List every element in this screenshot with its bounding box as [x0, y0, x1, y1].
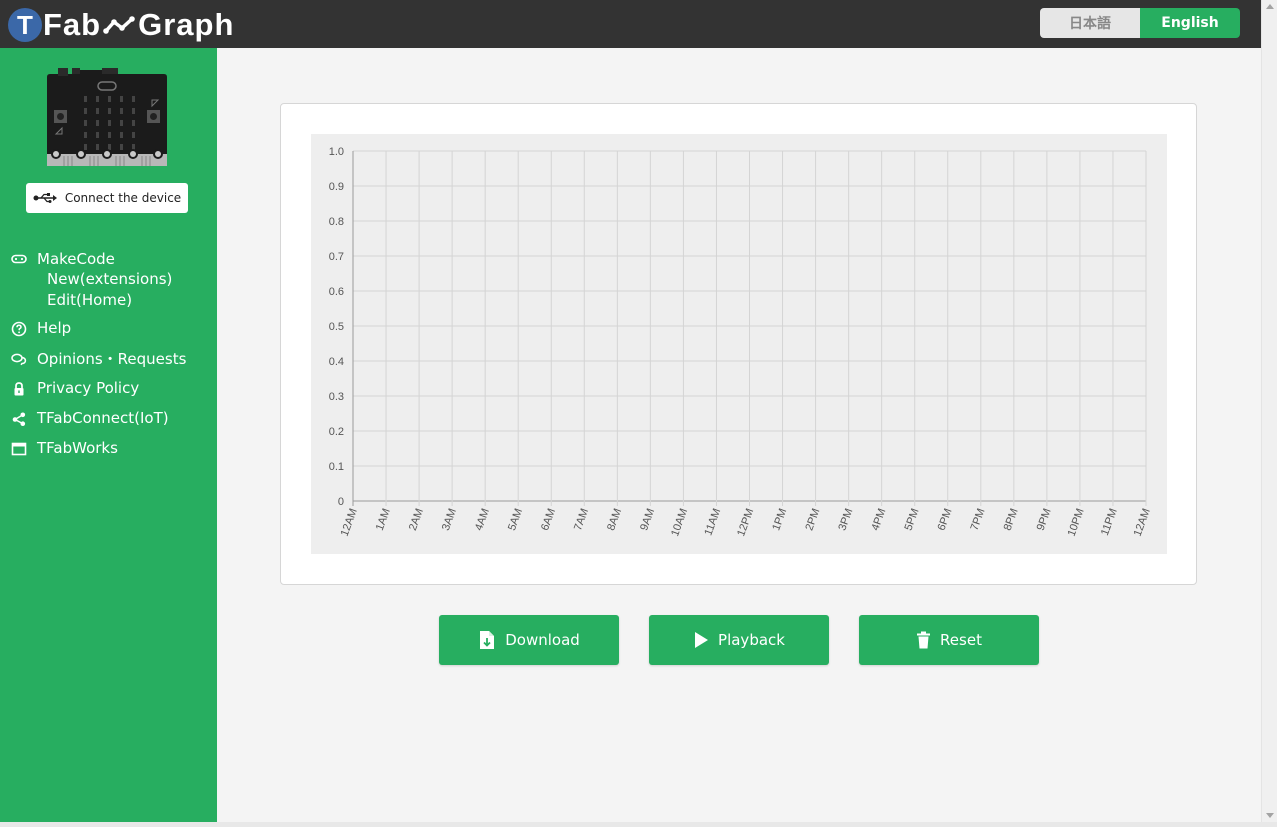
- sidebar-item-label: Help: [37, 319, 72, 337]
- logo-text-graph: Graph: [138, 7, 235, 42]
- usb-icon: [33, 193, 57, 203]
- lock-icon: [14, 382, 24, 396]
- sensor-line-chart: 1.00.90.80.70.60.50.40.30.20.1012AM 1AM 2A…: [329, 146, 1153, 538]
- vertical-scrollbar[interactable]: [1261, 0, 1277, 822]
- sidebar-item-makecode-new[interactable]: New(extensions): [0, 269, 217, 290]
- x-tick-label: 4AM: [473, 507, 492, 532]
- sidebar-item-opinions[interactable]: Opinions・Requests: [0, 343, 217, 373]
- chart-card: 1.0 0.9 0.8 0.7 0.6 0.5 0.4 0.3 0.2 0.1 0 12AM 1AM 2A…: [280, 103, 1197, 585]
- play-icon: [695, 632, 709, 648]
- playback-label: Playback: [718, 631, 785, 649]
- lang-japanese-button[interactable]: 日本語: [1040, 8, 1140, 38]
- scroll-up-arrow-icon[interactable]: [1266, 4, 1274, 9]
- chart-area: 1.0 0.9 0.8 0.7 0.6 0.5 0.4 0.3 0.2 0.1 0 12AM 1AM 2A…: [311, 134, 1167, 554]
- x-tick-label: 1AM: [374, 507, 393, 532]
- lang-english-button[interactable]: English: [1140, 8, 1240, 38]
- sidebar-item-help[interactable]: Help: [0, 313, 217, 343]
- logo-text-fab: Fab: [43, 7, 102, 42]
- y-tick-label: 1.0: [329, 146, 344, 158]
- reset-button[interactable]: Reset: [859, 615, 1039, 665]
- download-button[interactable]: Download: [439, 615, 619, 665]
- x-tick-label: 11PM: [1099, 507, 1120, 537]
- sidebar-item-label: TFabConnect(IoT): [37, 409, 169, 427]
- x-tick-label: 6AM: [539, 507, 558, 532]
- sidebar-item-privacy[interactable]: Privacy Policy: [0, 373, 217, 403]
- connect-device-label: Connect the device: [64, 191, 182, 205]
- sidebar-item-label: MakeCode: [37, 249, 115, 268]
- comments-icon: [11, 353, 27, 366]
- graph-line-icon: [103, 16, 135, 34]
- y-tick-label: 0.2: [329, 426, 344, 438]
- share-icon: [12, 412, 26, 426]
- scroll-down-arrow-icon[interactable]: [1266, 813, 1274, 818]
- playback-button[interactable]: Playback: [649, 615, 829, 665]
- x-tick-label: 10AM: [669, 507, 690, 538]
- app-logo[interactable]: T Fab Graph: [8, 7, 234, 43]
- sidebar-item-label: Privacy Policy: [37, 379, 140, 397]
- top-header: T Fab Graph 日本語 English: [0, 0, 1261, 48]
- x-tick-label: 9PM: [1035, 507, 1054, 532]
- x-tick-label: 3AM: [440, 507, 459, 532]
- x-tick-label: 5PM: [903, 507, 922, 532]
- x-tick-label: 7PM: [969, 507, 988, 532]
- x-tick-label: 12PM: [735, 507, 756, 538]
- reset-label: Reset: [940, 631, 982, 649]
- microbit-board-icon: [47, 68, 167, 166]
- sidebar-item-tfabconnect[interactable]: TFabConnect(IoT): [0, 403, 217, 433]
- y-tick-label: 0.9: [329, 181, 344, 193]
- x-tick-label: 3PM: [836, 507, 855, 532]
- x-tick-label: 12AM: [1132, 507, 1153, 538]
- window-icon: [11, 442, 27, 456]
- gamepad-icon: [11, 254, 27, 264]
- sidebar-item-makecode[interactable]: MakeCode: [0, 248, 217, 269]
- sidebar-item-makecode-edit[interactable]: Edit(Home): [0, 290, 217, 311]
- sidebar-nav: MakeCode New(extensions) Edit(Home) Help: [0, 248, 217, 463]
- x-tick-label: 2PM: [803, 507, 822, 532]
- x-tick-label: 12AM: [339, 507, 360, 538]
- y-tick-label: 0.5: [329, 321, 344, 333]
- x-tick-label: 11AM: [702, 507, 723, 537]
- y-tick-label: 0.3: [329, 391, 344, 403]
- horizontal-scrollbar[interactable]: [0, 822, 1277, 827]
- sidebar-item-label: TFabWorks: [37, 439, 118, 457]
- x-tick-label: 2AM: [407, 507, 426, 532]
- y-tick-label: 0: [338, 496, 344, 508]
- connect-device-button[interactable]: Connect the device: [26, 183, 188, 213]
- y-tick-label: 0.7: [329, 251, 344, 263]
- x-tick-label: 8PM: [1002, 507, 1021, 532]
- sidebar: Connect the device MakeCode New(extensio…: [0, 48, 217, 822]
- file-download-icon: [480, 631, 495, 649]
- trash-icon: [917, 631, 931, 649]
- question-circle-icon: [11, 321, 27, 337]
- language-switch: 日本語 English: [1040, 8, 1240, 38]
- x-tick-label: 1PM: [770, 507, 789, 532]
- sidebar-item-label: Opinions・Requests: [37, 349, 187, 368]
- logo-badge: T: [8, 8, 42, 42]
- x-tick-label: 10PM: [1066, 507, 1087, 538]
- x-tick-label: 6PM: [936, 507, 955, 532]
- x-tick-label: 8AM: [605, 507, 624, 532]
- nav-group-makecode: MakeCode New(extensions) Edit(Home): [0, 248, 217, 311]
- x-tick-label: 4PM: [869, 507, 888, 532]
- download-label: Download: [505, 631, 580, 649]
- action-bar: Download Playback Reset: [439, 615, 1039, 665]
- sidebar-item-tfabworks[interactable]: TFabWorks: [0, 433, 217, 463]
- x-tick-label: 5AM: [506, 507, 525, 532]
- y-tick-label: 0.4: [329, 356, 344, 368]
- y-tick-label: 0.6: [329, 286, 344, 298]
- y-tick-label: 0.8: [329, 216, 344, 228]
- x-tick-label: 7AM: [572, 507, 591, 532]
- x-tick-label: 9AM: [638, 507, 657, 532]
- app-root: T Fab Graph 日本語 English Connect the devi…: [0, 0, 1277, 827]
- y-tick-label: 0.1: [329, 461, 344, 473]
